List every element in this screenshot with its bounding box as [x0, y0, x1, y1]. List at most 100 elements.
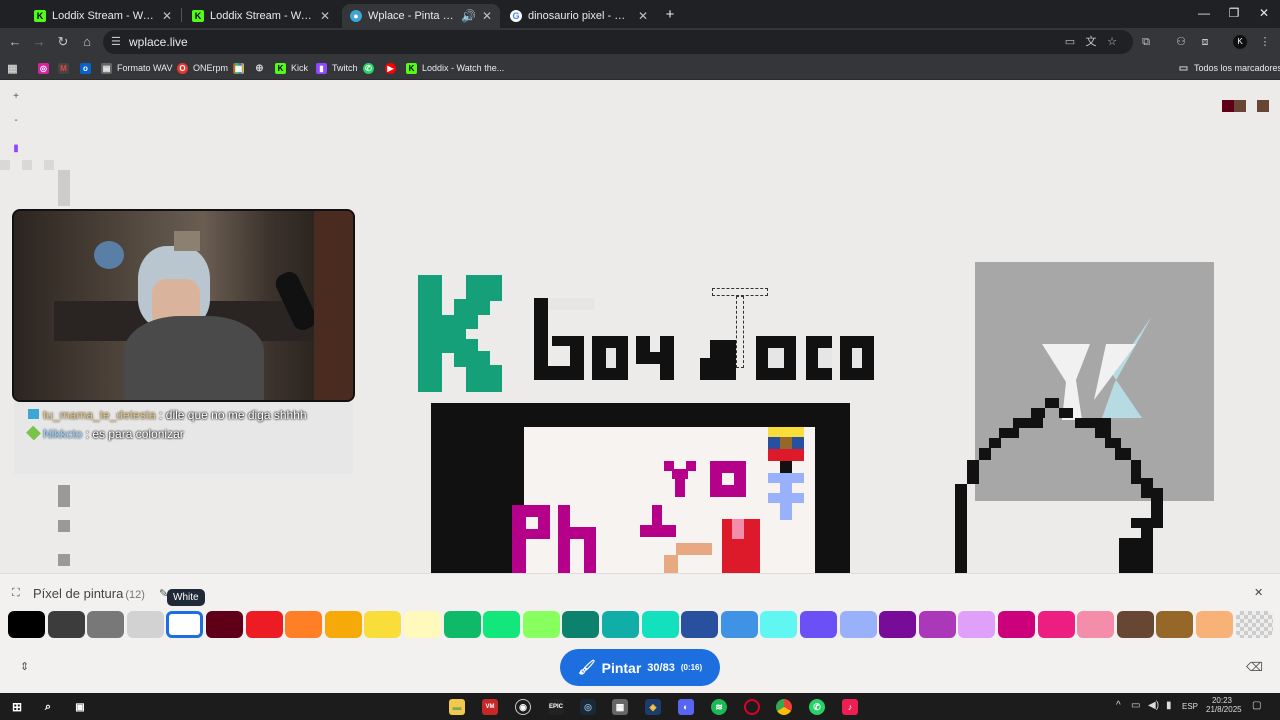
- task-view-icon[interactable]: ▣: [72, 699, 88, 715]
- color-swatch[interactable]: [998, 611, 1035, 638]
- expand-icon[interactable]: ⛶: [12, 587, 20, 600]
- windows-start-icon[interactable]: ⊞: [9, 699, 25, 715]
- color-swatch[interactable]: [879, 611, 917, 638]
- color-swatch[interactable]: [443, 611, 481, 638]
- file-explorer-icon[interactable]: ▬: [449, 699, 465, 715]
- menu-icon[interactable]: ⋮: [1258, 35, 1272, 49]
- instagram-icon[interactable]: ◎: [38, 61, 49, 75]
- cast-icon[interactable]: ▭: [1063, 35, 1077, 49]
- color-swatch[interactable]: [87, 611, 125, 638]
- color-swatch[interactable]: [720, 611, 758, 638]
- paint-button[interactable]: 🖌 Pintar 30/83 (0:16): [560, 649, 720, 686]
- color-swatch[interactable]: [166, 611, 204, 638]
- restore-button[interactable]: ❐: [1224, 6, 1244, 20]
- color-swatch[interactable]: [1077, 611, 1115, 638]
- color-swatch[interactable]: [1037, 611, 1075, 638]
- shield-app-icon[interactable]: ◈: [645, 699, 661, 715]
- bookmark-onerpm[interactable]: O ONErpm: [177, 61, 228, 75]
- volume-icon[interactable]: ◀): [1148, 700, 1159, 711]
- address-bar[interactable]: ☰ wplace.live: [103, 30, 1133, 54]
- back-button[interactable]: ←: [7, 34, 23, 50]
- home-button[interactable]: ⌂: [79, 34, 95, 50]
- outlook-icon[interactable]: o: [80, 61, 91, 75]
- close-icon[interactable]: ✕: [482, 9, 492, 23]
- reload-button[interactable]: ↻: [55, 34, 71, 50]
- whatsapp-icon[interactable]: ✆: [363, 61, 374, 75]
- color-swatch[interactable]: [324, 611, 362, 638]
- bookmark-loddix[interactable]: K Loddix - Watch the...: [406, 61, 504, 75]
- profile-avatar[interactable]: K: [1233, 35, 1247, 49]
- tab-wplace[interactable]: ● Wplace - Pinta el mundo 🔊 ✕: [342, 4, 500, 28]
- language-indicator[interactable]: ESP: [1182, 702, 1198, 711]
- tab-loddix-1[interactable]: K Loddix Stream - Watch Live on ✕: [26, 4, 180, 28]
- youtube-icon[interactable]: ▶: [385, 61, 396, 75]
- color-swatch[interactable]: [8, 611, 45, 638]
- color-swatch[interactable]: [126, 611, 164, 638]
- color-swatch[interactable]: [285, 611, 323, 638]
- sync-icon[interactable]: ⧈: [1198, 35, 1212, 49]
- bookmark-kick[interactable]: K Kick: [275, 61, 308, 75]
- tray-chevron-icon[interactable]: ^: [1116, 700, 1121, 711]
- close-icon[interactable]: ✕: [1254, 586, 1263, 599]
- bookmark-star-icon[interactable]: ☆: [1105, 35, 1119, 49]
- close-icon[interactable]: ✕: [162, 9, 172, 23]
- incognito-icon[interactable]: ⚇: [1174, 35, 1188, 49]
- notifications-icon[interactable]: ▢: [1252, 700, 1261, 711]
- extensions-icon[interactable]: ⧉: [1139, 35, 1153, 49]
- opera-icon[interactable]: [744, 699, 760, 715]
- close-icon[interactable]: ✕: [320, 9, 330, 23]
- color-swatch[interactable]: [206, 611, 243, 638]
- color-swatch[interactable]: [522, 611, 560, 638]
- translate-icon[interactable]: 文: [1084, 35, 1098, 49]
- voicemeeter-icon[interactable]: VM: [482, 699, 498, 715]
- search-icon[interactable]: ⌕: [40, 699, 56, 715]
- color-swatch[interactable]: [404, 611, 441, 638]
- chrome-icon[interactable]: [776, 699, 792, 715]
- color-swatch[interactable]: [681, 611, 719, 638]
- all-bookmarks[interactable]: ▭ Todos los marcadores: [1178, 61, 1280, 75]
- eraser-icon[interactable]: ⌫: [1246, 660, 1263, 674]
- color-swatch[interactable]: [800, 611, 837, 638]
- color-swatch[interactable]: [47, 611, 85, 638]
- tab-google[interactable]: G dinosaurio pixel - Buscar con G ✕: [502, 4, 656, 28]
- microphone-icon[interactable]: ▮: [1166, 700, 1172, 711]
- color-swatch[interactable]: [1156, 611, 1194, 638]
- color-swatch[interactable]: [641, 611, 679, 638]
- color-swatch[interactable]: [1196, 611, 1233, 638]
- color-swatch[interactable]: [958, 611, 996, 638]
- collapse-icon[interactable]: ⇕: [20, 660, 29, 673]
- new-tab-button[interactable]: +: [660, 6, 680, 23]
- color-swatch[interactable]: [602, 611, 639, 638]
- bookmark-twitch[interactable]: ▮ Twitch: [316, 61, 358, 75]
- pixel-canvas[interactable]: + - ▮ tu_mama_te_detesta: dile que no m…: [0, 80, 1280, 573]
- minimize-button[interactable]: —: [1194, 6, 1214, 20]
- tiktok-icon[interactable]: ♪: [842, 699, 858, 715]
- gmail-icon[interactable]: M: [58, 61, 69, 75]
- network-icon[interactable]: ▭: [1131, 700, 1140, 711]
- minecraft-icon[interactable]: ▦: [612, 699, 628, 715]
- obs-icon[interactable]: ◉: [515, 699, 531, 715]
- globe-icon[interactable]: ⊕: [254, 61, 265, 75]
- color-swatch[interactable]: [1116, 611, 1154, 638]
- grid-app-icon[interactable]: ▦: [233, 61, 244, 75]
- bookmark-formato-wav[interactable]: ▤ Formato WAV: [101, 61, 173, 75]
- forward-button[interactable]: →: [31, 34, 47, 50]
- zoom-out-button[interactable]: -: [8, 113, 24, 129]
- close-icon[interactable]: ✕: [638, 9, 648, 23]
- spotify-icon[interactable]: ≋: [711, 699, 727, 715]
- close-window-button[interactable]: ✕: [1254, 6, 1274, 20]
- color-swatch[interactable]: [562, 611, 600, 638]
- whatsapp-icon[interactable]: ✆: [809, 699, 825, 715]
- speaker-icon[interactable]: 🔊: [461, 9, 476, 23]
- twitch-icon[interactable]: ▮: [8, 141, 24, 157]
- color-swatch[interactable]: [245, 611, 283, 638]
- color-swatch[interactable]: [918, 611, 956, 638]
- color-swatch[interactable]: [839, 611, 877, 638]
- color-swatch[interactable]: [483, 611, 521, 638]
- clock[interactable]: 20:23 21/8/2025: [1206, 696, 1242, 714]
- apps-icon[interactable]: ▦: [7, 61, 18, 75]
- color-swatch[interactable]: [364, 611, 402, 638]
- discord-icon[interactable]: ◐: [678, 699, 694, 715]
- tab-loddix-2[interactable]: K Loddix Stream - Watch Live on ✕: [184, 4, 338, 28]
- color-swatch[interactable]: [760, 611, 798, 638]
